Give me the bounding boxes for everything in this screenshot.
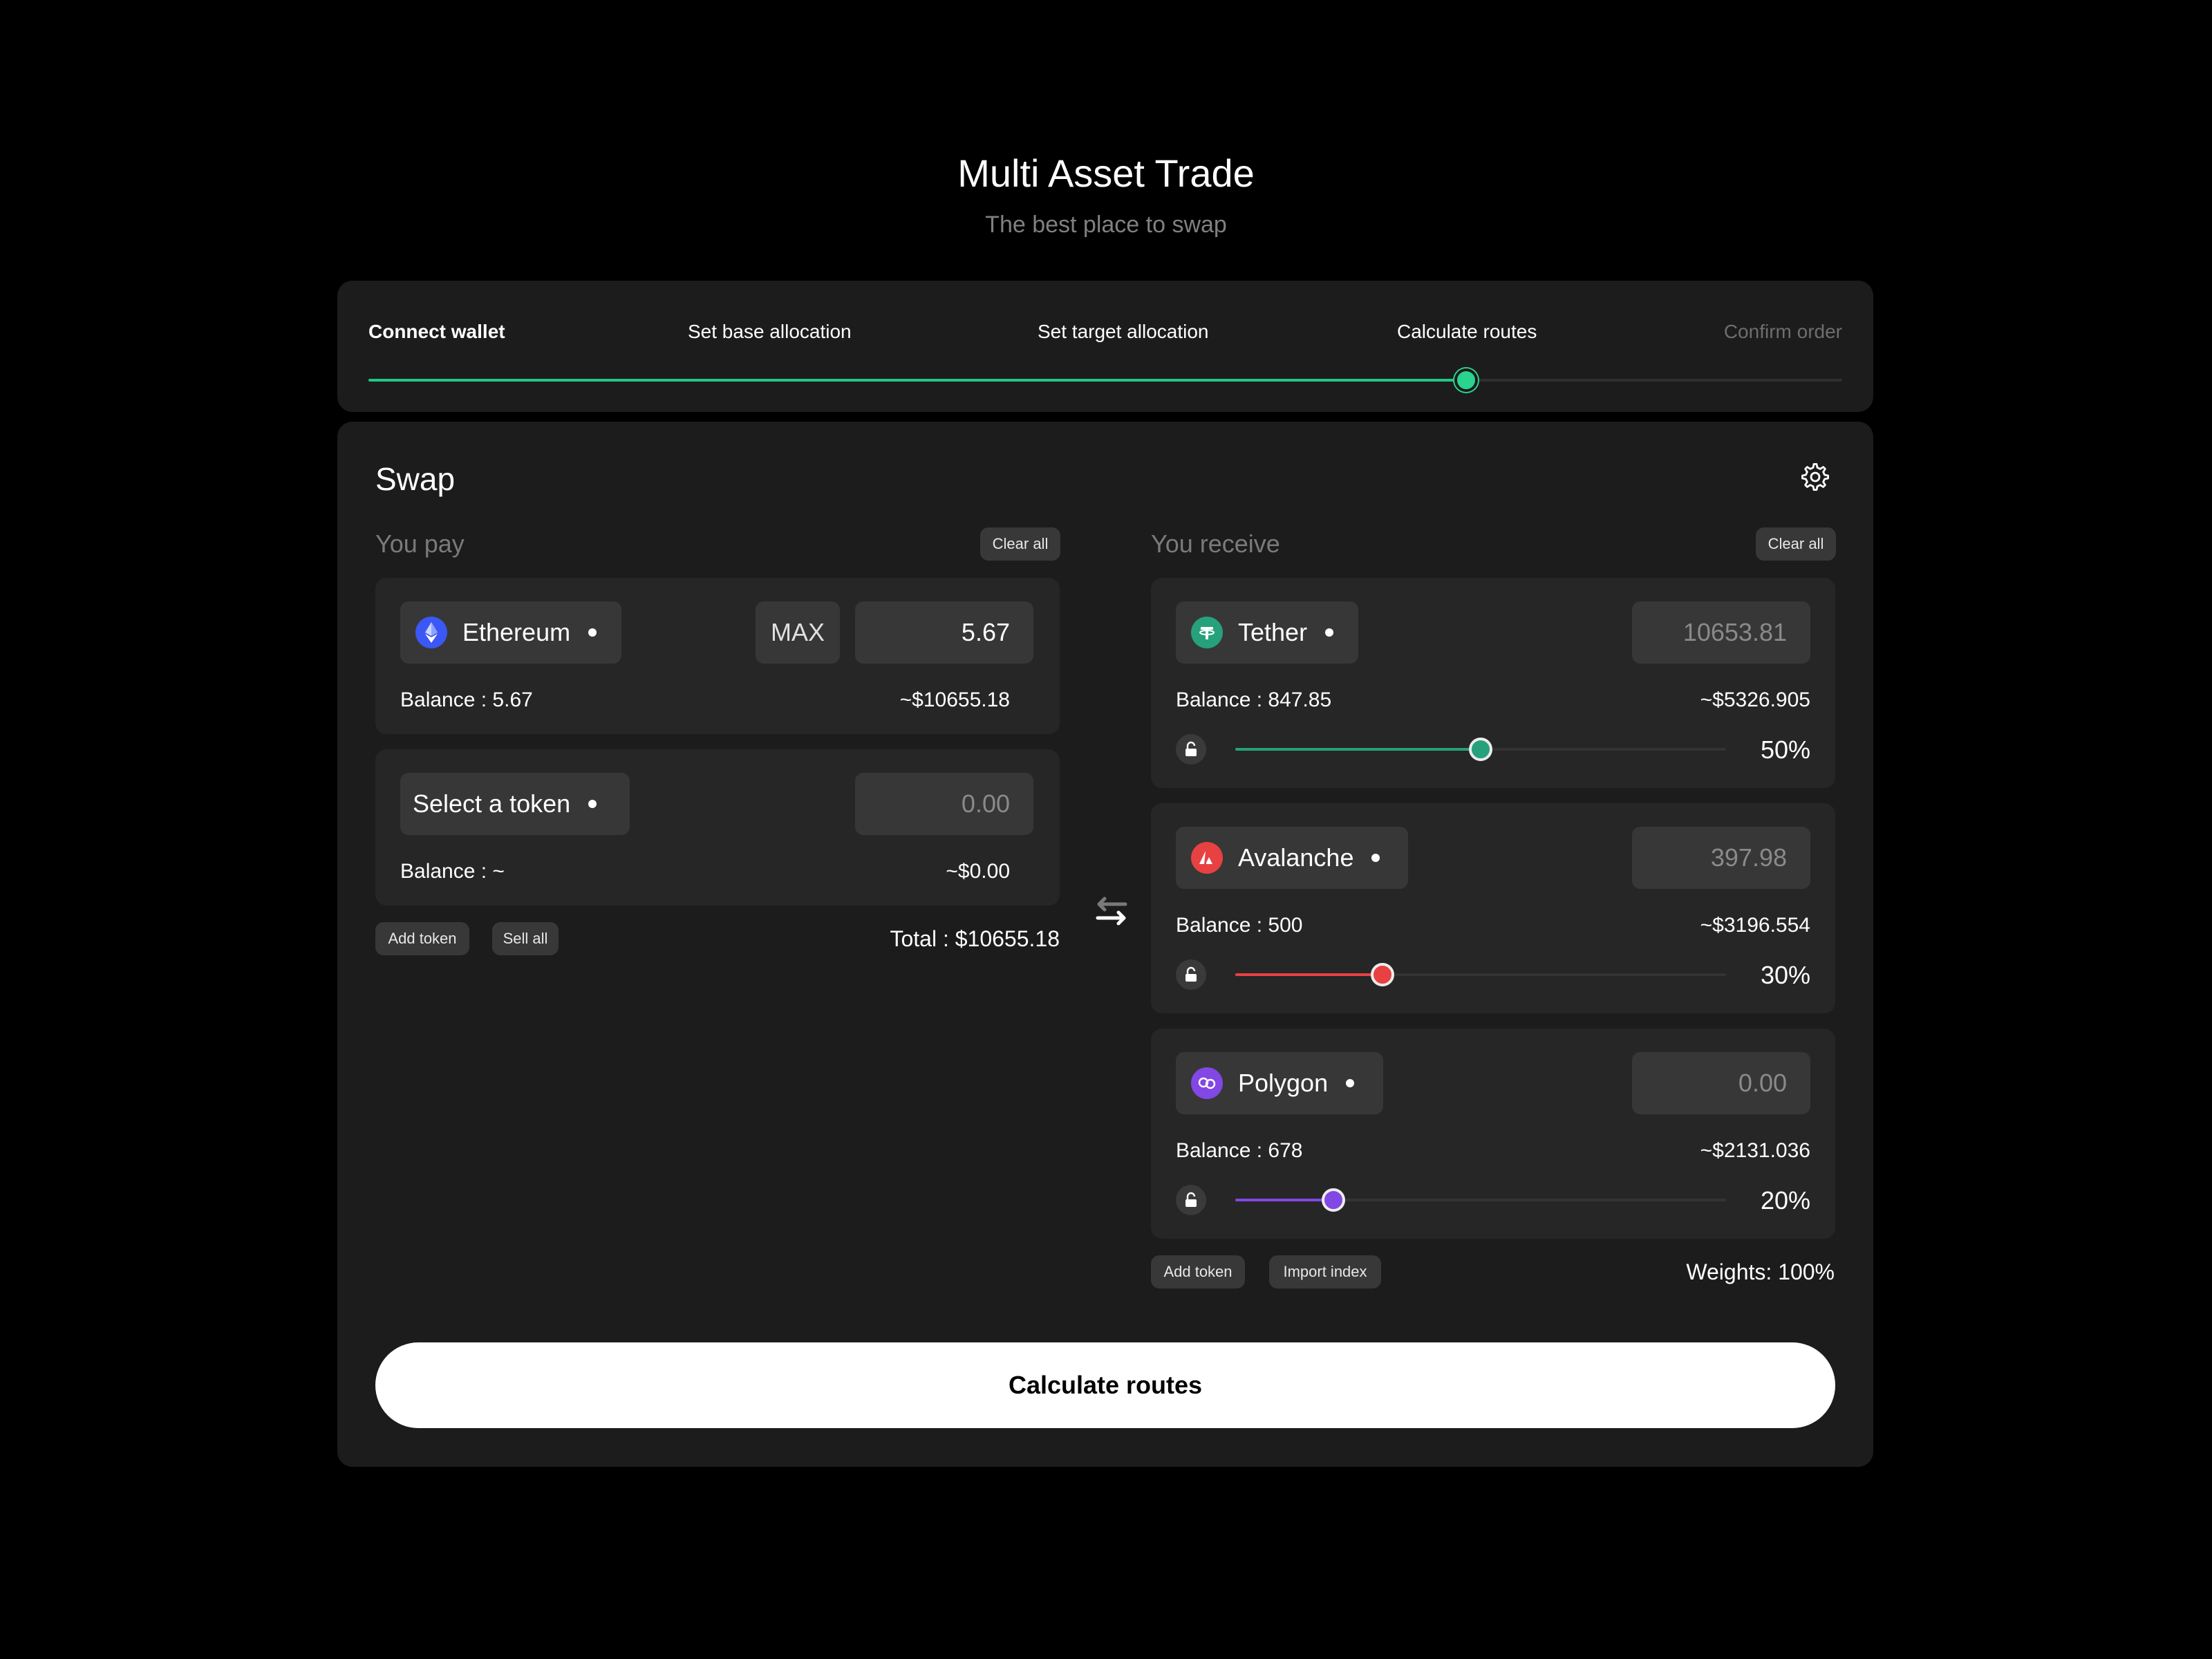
tether-icon <box>1191 617 1223 648</box>
select-token-button[interactable]: Select a token <box>400 773 630 835</box>
token-name: Select a token <box>413 789 571 818</box>
import-index-button[interactable]: Import index <box>1269 1255 1381 1288</box>
weights-total: Weights: 100% <box>1686 1259 1835 1284</box>
weight-slider[interactable] <box>1235 738 1726 761</box>
sell-all-button[interactable]: Sell all <box>492 922 559 955</box>
step-set-base-allocation[interactable]: Set base allocation <box>688 321 852 343</box>
gear-icon[interactable] <box>1799 460 1832 494</box>
weight-percent: 20% <box>1760 1186 1810 1215</box>
you-receive-label: You receive <box>1151 529 1280 558</box>
stepper-current-marker <box>1454 368 1479 392</box>
receive-usd-value: ~$3196.554 <box>1700 914 1810 937</box>
receive-clear-all-button[interactable]: Clear all <box>1756 527 1836 561</box>
token-name: Avalanche <box>1238 843 1354 872</box>
you-pay-label: You pay <box>375 529 465 558</box>
tether-token-select[interactable]: Tether <box>1176 601 1358 664</box>
pay-balance: Balance : 5.67 <box>400 688 533 711</box>
slider-thumb[interactable] <box>1469 738 1492 761</box>
avalanche-icon <box>1191 842 1223 874</box>
pay-balance: Balance : ~ <box>400 860 505 883</box>
receive-amount-field: 0.00 <box>1632 1052 1810 1114</box>
step-confirm-order: Confirm order <box>1723 321 1842 342</box>
pay-usd-value: ~$10655.18 <box>899 688 1010 711</box>
unlock-icon[interactable] <box>1176 734 1206 765</box>
page-subtitle: The best place to swap <box>985 212 1227 238</box>
receive-add-token-button[interactable]: Add token <box>1151 1255 1245 1288</box>
polygon-icon <box>1191 1067 1223 1099</box>
pay-token-card: Select a token 0.00 Balance : ~ ~$0.00 <box>375 749 1060 906</box>
step-calculate-routes[interactable]: Calculate routes <box>1397 321 1537 343</box>
pay-amount-input[interactable]: 0.00 <box>855 773 1033 835</box>
swap-title: Swap <box>375 461 456 497</box>
swap-direction-icon[interactable] <box>1091 892 1132 933</box>
weight-percent: 50% <box>1760 735 1810 764</box>
ethereum-token-select[interactable]: Ethereum <box>400 601 621 664</box>
step-connect-wallet[interactable]: Connect wallet <box>368 321 505 343</box>
pay-total: Total : $10655.18 <box>890 926 1060 951</box>
receive-amount-field: 397.98 <box>1632 827 1810 889</box>
token-name: Ethereum <box>462 618 571 646</box>
pay-usd-value: ~$0.00 <box>946 860 1010 883</box>
receive-token-card: Tether 10653.81 Balance : 847.85 ~$5326.… <box>1151 578 1835 788</box>
receive-amount-field: 10653.81 <box>1632 601 1810 664</box>
unlock-icon[interactable] <box>1176 959 1206 990</box>
pay-clear-all-button[interactable]: Clear all <box>980 527 1060 561</box>
page-title: Multi Asset Trade <box>957 151 1255 195</box>
receive-token-card: Avalanche 397.98 Balance : 500 ~$3196.55… <box>1151 803 1835 1013</box>
stepper-track <box>368 368 1842 392</box>
progress-stepper: Connect wallet Set base allocation Set t… <box>337 281 1873 412</box>
chevron-down-icon <box>1371 854 1380 862</box>
token-name: Tether <box>1238 618 1308 646</box>
stepper-progress-fill <box>368 379 1467 382</box>
receive-balance: Balance : 847.85 <box>1176 688 1332 711</box>
token-name: Polygon <box>1238 1069 1329 1097</box>
receive-balance: Balance : 678 <box>1176 1139 1303 1162</box>
receive-token-card: Polygon 0.00 Balance : 678 ~$2131.036 20… <box>1151 1029 1835 1239</box>
receive-usd-value: ~$2131.036 <box>1700 1139 1810 1162</box>
pay-token-card: Ethereum MAX 5.67 Balance : 5.67 ~$10655… <box>375 578 1060 734</box>
chevron-down-icon <box>1325 628 1334 637</box>
swap-panel: Swap You pay Clear all Ethereum MAX 5.67… <box>337 422 1873 1467</box>
calculate-routes-button[interactable]: Calculate routes <box>375 1342 1835 1428</box>
ethereum-icon <box>415 617 447 648</box>
chevron-down-icon <box>588 800 597 808</box>
avalanche-token-select[interactable]: Avalanche <box>1176 827 1408 889</box>
max-button[interactable]: MAX <box>756 601 840 664</box>
weight-slider[interactable] <box>1235 963 1726 986</box>
polygon-token-select[interactable]: Polygon <box>1176 1052 1383 1114</box>
chevron-down-icon <box>1346 1079 1355 1087</box>
chevron-down-icon <box>588 628 597 637</box>
pay-amount-input[interactable]: 5.67 <box>855 601 1033 664</box>
slider-thumb[interactable] <box>1371 963 1394 986</box>
step-set-target-allocation[interactable]: Set target allocation <box>1038 321 1209 343</box>
unlock-icon[interactable] <box>1176 1185 1206 1215</box>
pay-add-token-button[interactable]: Add token <box>375 922 469 955</box>
slider-thumb[interactable] <box>1322 1188 1345 1212</box>
receive-balance: Balance : 500 <box>1176 914 1303 937</box>
weight-slider[interactable] <box>1235 1188 1726 1212</box>
receive-usd-value: ~$5326.905 <box>1700 688 1810 711</box>
weight-percent: 30% <box>1760 961 1810 989</box>
